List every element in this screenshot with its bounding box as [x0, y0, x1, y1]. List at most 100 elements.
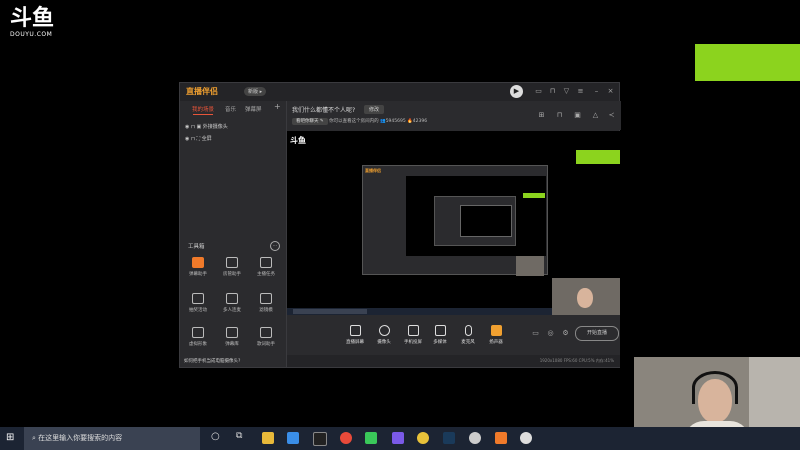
- multimedia-button[interactable]: 多媒体: [427, 325, 453, 345]
- screen-capture-icon: [349, 325, 361, 336]
- phone-cast-button[interactable]: 手机投屏: [400, 325, 426, 345]
- more-tools-icon[interactable]: ⋯: [270, 241, 280, 251]
- douyu-taskbar-icon[interactable]: [520, 432, 532, 444]
- edit-title-button[interactable]: 修改: [364, 105, 385, 114]
- share-icon[interactable]: ≺: [607, 111, 616, 120]
- speaker-button[interactable]: 扬声器: [483, 325, 509, 345]
- lyrics-icon: [260, 327, 272, 338]
- source-controls: 直播屏幕 摄像头 手机投屏 多媒体 麦克风 扬声器 ▭ ◎ ⚙ 开始直播: [287, 315, 620, 355]
- tool-avatar[interactable]: 虚拟形象: [184, 327, 212, 351]
- room-manager-icon: [226, 257, 238, 268]
- filter-icon: [260, 293, 272, 304]
- toolbox-title: 工具箱: [188, 244, 205, 250]
- tool-filter[interactable]: 滤镜模: [252, 293, 280, 317]
- add-scene-button[interactable]: +: [274, 102, 281, 111]
- tab-my-scenes[interactable]: 我的场景: [192, 105, 214, 113]
- nested-preview-window: 直播伴侣: [362, 165, 548, 276]
- steam-icon[interactable]: [443, 432, 455, 444]
- tool-multi-link[interactable]: 多人连麦: [218, 293, 246, 317]
- scene-panel: 我的场景 音乐 弹幕屏 + ◉ ⊓ ▣ 外接摄像头 ◉ ⊓ ⛶ 全屏 工具箱 ⋯…: [180, 101, 287, 367]
- active-tab-underline: [193, 114, 213, 115]
- tool-room-manager[interactable]: 房管助手: [218, 257, 246, 281]
- hot-count: 42396: [412, 119, 428, 124]
- nested-preview-2: [434, 196, 516, 246]
- message-icon[interactable]: ▭: [534, 87, 543, 96]
- microphone-icon: [464, 325, 472, 336]
- mail-icon[interactable]: [287, 432, 299, 444]
- taskbar-search[interactable]: ⌕ 在这里输入你要搜索的内容: [24, 427, 200, 450]
- fullscreen-icon: ⛶: [196, 136, 200, 142]
- camera-button[interactable]: 摄像头: [371, 325, 397, 345]
- netease-music-icon[interactable]: [340, 432, 352, 444]
- camera-icon: [378, 325, 390, 336]
- phone-cast-icon: [407, 325, 419, 336]
- douyu-logo-sub: DOUYU.COM: [10, 31, 53, 38]
- streamer-tasks-icon: [260, 257, 272, 268]
- version-badge[interactable]: 新版 ▸: [244, 87, 267, 96]
- start-live-button[interactable]: 开始直播: [575, 326, 619, 341]
- preview-douyu-logo: 斗鱼: [290, 136, 306, 145]
- speaker-icon: [490, 325, 502, 336]
- source-label: 外接摄像头: [202, 124, 228, 130]
- camera-icon: ▣: [196, 124, 202, 130]
- record-icon[interactable]: ▭: [531, 329, 540, 338]
- settings-gear-icon[interactable]: ⚙: [561, 329, 570, 338]
- tool-danmu-library[interactable]: 弹幕库: [218, 327, 246, 351]
- tool-streamer-tasks[interactable]: 主播任务: [252, 257, 280, 281]
- live-companion-taskbar-icon[interactable]: [495, 432, 507, 444]
- skin-icon[interactable]: ▽: [562, 87, 571, 96]
- bell-icon[interactable]: △: [591, 111, 600, 120]
- preview-eye-icon[interactable]: ◎: [546, 329, 555, 338]
- douyu-logo: 斗鱼 DOUYU.COM: [10, 8, 58, 40]
- lock-icon[interactable]: ⊓: [191, 136, 195, 142]
- preview-taskbar: [287, 308, 552, 315]
- source-row[interactable]: ◉ ⊓ ⛶ 全屏: [185, 135, 212, 142]
- microphone-button[interactable]: 麦克风: [455, 325, 481, 345]
- lock-icon[interactable]: ⊓: [548, 87, 557, 96]
- multi-link-icon: [226, 293, 238, 304]
- live-companion-window: 直播伴侣 新版 ▸ ▶ ▭ ⊓ ▽ ≡ – × 我的场景 音乐 弹幕屏 + ◉ …: [179, 82, 621, 368]
- gift-icon[interactable]: ⊞: [537, 111, 546, 120]
- room-title: 我们什么都懂不个人呢?: [292, 107, 356, 114]
- screen-capture-button[interactable]: 直播屏幕: [342, 325, 368, 345]
- room-info-text: 你可以查看这个房间内的: [329, 119, 379, 124]
- menu-icon[interactable]: ≡: [576, 87, 585, 96]
- tab-danmu[interactable]: 弹幕屏: [245, 105, 262, 113]
- nested-webcam: [516, 256, 544, 276]
- green-overlay-block: [695, 44, 800, 81]
- viewer-count: 5945695: [385, 119, 406, 124]
- category-pill[interactable]: 看吧你聊天 ✎: [292, 118, 328, 125]
- visual-studio-icon[interactable]: [392, 432, 404, 444]
- headset-icon: [692, 371, 738, 404]
- chrome-icon[interactable]: [417, 432, 429, 444]
- tool-lyrics[interactable]: 歌词助手: [252, 327, 280, 351]
- preview-green-block: [576, 150, 620, 164]
- minimize-icon[interactable]: –: [592, 87, 601, 96]
- tab-music[interactable]: 音乐: [225, 105, 236, 113]
- tool-lottery[interactable]: 抽奖活动: [184, 293, 212, 317]
- eye-icon[interactable]: ◉: [185, 136, 189, 142]
- windows-icon[interactable]: ⊞: [6, 433, 16, 443]
- source-label: 全屏: [201, 136, 212, 142]
- file-explorer-icon[interactable]: [262, 432, 274, 444]
- source-row[interactable]: ◉ ⊓ ▣ 外接摄像头: [185, 123, 228, 130]
- camera-tip-link[interactable]: 如何把手机当成电脑摄像头?: [184, 358, 240, 364]
- cortana-icon[interactable]: ○: [211, 431, 220, 442]
- preview-webcam-face: [577, 288, 593, 308]
- lock-icon[interactable]: ⊓: [555, 111, 564, 120]
- qq-icon[interactable]: [313, 432, 327, 446]
- nested-left-panel: [363, 180, 405, 270]
- preview-webcam: [552, 278, 620, 315]
- eye-icon[interactable]: ◉: [185, 124, 189, 130]
- taskbar-app-icon[interactable]: [469, 432, 481, 444]
- close-icon[interactable]: ×: [606, 87, 615, 96]
- search-placeholder: 在这里输入你要搜索的内容: [38, 434, 123, 442]
- lock-icon[interactable]: ⊓: [191, 124, 195, 130]
- nested-preview: [406, 176, 546, 276]
- wechat-icon[interactable]: [365, 432, 377, 444]
- settings-icon[interactable]: ▣: [573, 111, 582, 120]
- task-view-icon[interactable]: ⧉: [236, 431, 242, 441]
- tool-danmu-helper[interactable]: 弹幕助手: [184, 257, 212, 281]
- play-icon[interactable]: ▶: [510, 85, 523, 98]
- multimedia-icon: [434, 325, 446, 336]
